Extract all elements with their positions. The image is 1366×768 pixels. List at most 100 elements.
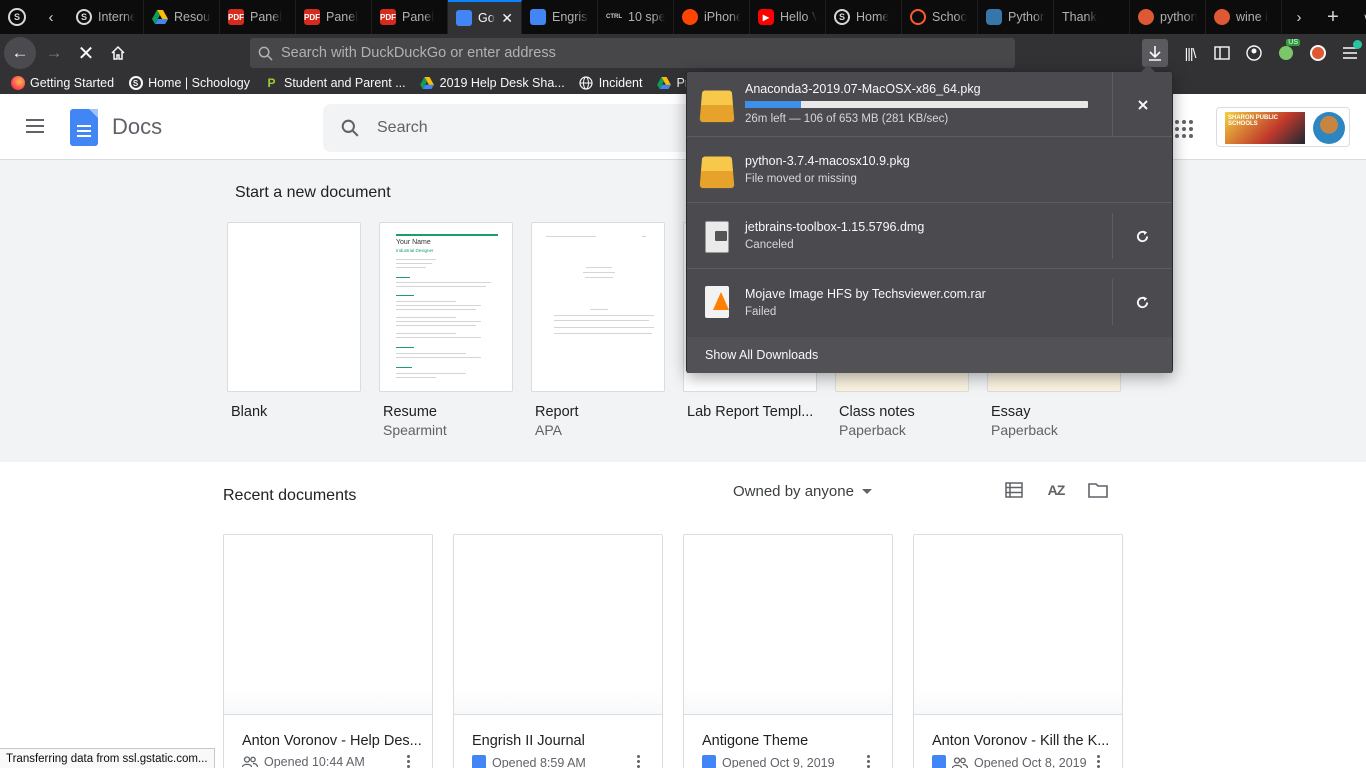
more-options-icon[interactable] <box>1097 755 1100 768</box>
back-button[interactable]: ← <box>4 37 36 69</box>
account-icon[interactable] <box>1238 37 1270 69</box>
bookmark-label: Student and Parent ... <box>284 76 406 90</box>
bookmark-item[interactable]: Getting Started <box>10 76 114 91</box>
schoology-pinned-icon[interactable]: S <box>0 0 34 34</box>
file-picker-folder-icon[interactable] <box>1086 478 1110 502</box>
template-thumbnail[interactable] <box>227 222 361 392</box>
schoology-icon: S <box>834 9 850 25</box>
home-button[interactable] <box>102 37 134 69</box>
duckduckgo-extension-icon[interactable] <box>1302 37 1334 69</box>
avatar[interactable] <box>1313 112 1345 144</box>
document-preview[interactable] <box>224 535 432 715</box>
shared-people-icon <box>952 757 968 768</box>
download-filename: Mojave Image HFS by Techsviewer.com.rar <box>745 287 986 301</box>
tab-title: Home <box>856 10 890 24</box>
browser-tab[interactable]: wine i <box>1206 0 1282 34</box>
browser-tab[interactable]: PDF Panel <box>220 0 296 34</box>
app-menu-icon[interactable] <box>1334 37 1366 69</box>
firefox-icon <box>10 76 25 91</box>
retry-download-button[interactable] <box>1112 213 1172 259</box>
owner-filter-dropdown[interactable]: Owned by anyone <box>733 483 872 500</box>
download-item[interactable]: jetbrains-toolbox-1.15.5796.dmg Canceled <box>687 203 1172 269</box>
browser-tab[interactable]: S Home <box>826 0 902 34</box>
close-tab-icon[interactable]: ✕ <box>501 10 513 27</box>
template-name: Blank <box>231 404 268 420</box>
tab-title: Internet <box>98 10 135 24</box>
template-gallery-heading: Start a new document <box>235 184 391 201</box>
sidebar-icon[interactable] <box>1206 37 1238 69</box>
app-title[interactable]: Docs <box>112 114 162 140</box>
tabs-scroll-left-icon[interactable]: ‹ <box>34 0 68 34</box>
browser-tab[interactable]: S Internet <box>68 0 144 34</box>
tab-title: Panel <box>402 10 434 24</box>
list-view-icon[interactable] <box>1002 478 1026 502</box>
bookmark-item[interactable]: P Student and Parent ... <box>264 76 406 91</box>
document-preview[interactable] <box>684 535 892 715</box>
stop-button[interactable]: ✕ <box>70 37 102 69</box>
document-opened-time: Opened 10:44 AM <box>264 755 365 768</box>
document-preview[interactable] <box>914 535 1122 715</box>
download-item[interactable]: python-3.7.4-macosx10.9.pkg File moved o… <box>687 137 1172 203</box>
main-menu-icon[interactable] <box>24 116 46 136</box>
download-item[interactable]: Mojave Image HFS by Techsviewer.com.rar … <box>687 269 1172 337</box>
address-bar[interactable]: Search with DuckDuckGo or enter address <box>250 38 1015 68</box>
document-card[interactable]: Engrish II Journal Opened 8:59 AM <box>453 534 663 768</box>
tab-list-icon[interactable]: ∨ <box>1350 0 1366 34</box>
document-card[interactable]: Antigone Theme Opened Oct 9, 2019 <box>683 534 893 768</box>
browser-tab[interactable]: Go ✕ <box>448 0 522 34</box>
document-meta: Opened 8:59 AM <box>472 755 586 768</box>
library-icon[interactable]: |||\ <box>1174 37 1206 69</box>
template-blank[interactable]: Blank <box>227 222 363 422</box>
downloads-panel: Anaconda3-2019.07-MacOSX-x86_64.pkg 26m … <box>686 65 1173 373</box>
browser-tab[interactable]: CTRL 10 spe <box>598 0 674 34</box>
template-resume[interactable]: Your Name Industrial Designer Resume Spe… <box>379 222 515 438</box>
google-apps-icon[interactable] <box>1175 120 1193 138</box>
document-card[interactable]: Anton Voronov - Kill the K... Opened Oct … <box>913 534 1123 768</box>
browser-tab[interactable]: ▶ Hello V <box>750 0 826 34</box>
browser-tab[interactable]: Schoo <box>902 0 978 34</box>
cancel-download-button[interactable] <box>1112 72 1172 137</box>
bookmark-item[interactable]: Incident <box>579 76 642 91</box>
browser-tab[interactable]: PDF Panel <box>296 0 372 34</box>
sort-az-icon[interactable]: AZ <box>1044 478 1068 502</box>
school-logo: SHARON PUBLIC SCHOOLS <box>1225 112 1305 144</box>
caret-down-icon <box>861 489 872 494</box>
show-all-downloads-button[interactable]: Show All Downloads <box>687 337 1172 373</box>
new-tab-icon[interactable]: + <box>1316 0 1350 34</box>
download-filename: jetbrains-toolbox-1.15.5796.dmg <box>745 220 925 234</box>
browser-tab[interactable]: python <box>1130 0 1206 34</box>
account-switcher[interactable]: SHARON PUBLIC SCHOOLS <box>1216 107 1350 147</box>
template-thumbnail[interactable] <box>531 222 665 392</box>
retry-download-button[interactable] <box>1112 279 1172 325</box>
docs-logo-icon[interactable] <box>70 109 98 146</box>
retry-icon <box>1136 229 1149 242</box>
template-subtitle: Paperback <box>839 422 906 438</box>
browser-tab[interactable]: PDF Panel <box>372 0 448 34</box>
browser-tab[interactable]: Python <box>978 0 1054 34</box>
document-meta: Opened Oct 8, 2019 <box>932 755 1087 768</box>
document-opened-time: Opened Oct 8, 2019 <box>974 756 1087 768</box>
browser-tab[interactable]: iPhone <box>674 0 750 34</box>
downloads-button[interactable] <box>1142 39 1168 67</box>
template-thumbnail[interactable]: Your Name Industrial Designer <box>379 222 513 392</box>
more-options-icon[interactable] <box>407 755 410 768</box>
download-status: Canceled <box>745 239 794 251</box>
bookmark-item[interactable]: S Home | Schoology <box>128 76 250 91</box>
tab-title: Go <box>478 11 495 25</box>
browser-tab[interactable]: Thank <box>1054 0 1130 34</box>
bookmark-item[interactable]: 2019 Help Desk Sha... <box>420 76 565 91</box>
forward-button[interactable]: → <box>38 37 70 69</box>
browser-tab[interactable]: Resources <box>144 0 220 34</box>
cancel-icon <box>1137 99 1148 110</box>
tabs-scroll-right-icon[interactable]: › <box>1282 0 1316 34</box>
document-preview[interactable] <box>454 535 662 715</box>
download-item[interactable]: Anaconda3-2019.07-MacOSX-x86_64.pkg 26m … <box>687 72 1172 137</box>
browser-tab[interactable]: Engrish <box>522 0 598 34</box>
drive-icon <box>152 9 168 25</box>
document-card[interactable]: Anton Voronov - Help Des... Opened 10:44 … <box>223 534 433 768</box>
template-name: Resume <box>383 404 437 420</box>
more-options-icon[interactable] <box>867 755 870 768</box>
more-options-icon[interactable] <box>637 755 640 768</box>
template-report[interactable]: Report APA <box>531 222 667 438</box>
vpn-extension-icon[interactable]: US <box>1270 37 1302 69</box>
